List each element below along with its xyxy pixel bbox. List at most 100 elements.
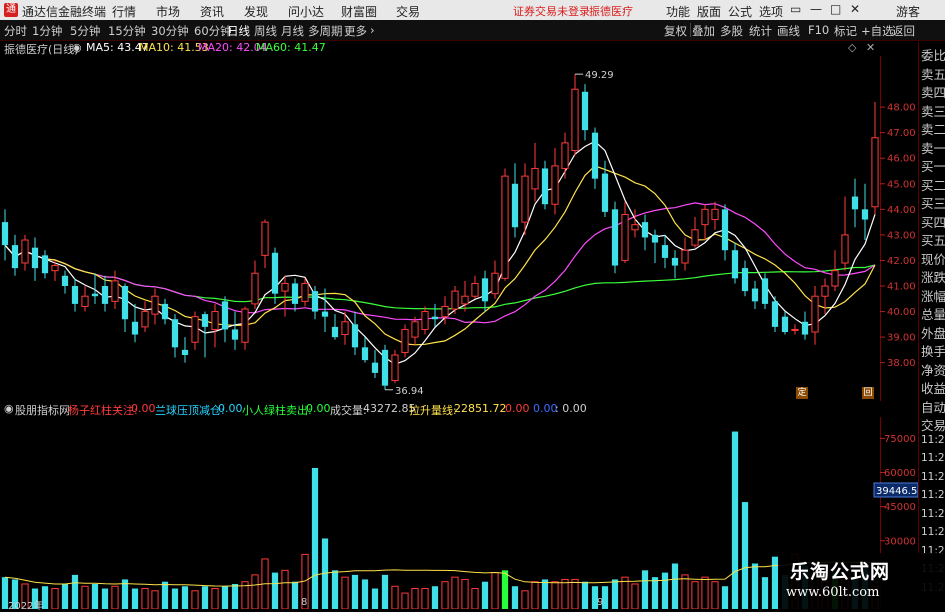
ind-item-5-value: 0.00: [505, 402, 530, 415]
btn-zixuan[interactable]: +自选: [861, 23, 894, 39]
sidebar-item[interactable]: 买一: [921, 156, 945, 175]
guest-user[interactable]: 游客: [896, 3, 920, 20]
period-monthly[interactable]: 月线: [281, 23, 304, 39]
more-chevron-icon[interactable]: ›: [370, 23, 375, 37]
candle-body-down: [121, 286, 129, 320]
period-more[interactable]: 更多: [344, 23, 367, 39]
sidebar-item[interactable]: 11:29: [921, 434, 945, 446]
candle-body-down: [481, 278, 489, 302]
sidebar-item[interactable]: 净资: [921, 360, 945, 379]
indicator-toggle-icon[interactable]: ◉: [4, 402, 14, 415]
sidebar-item[interactable]: 买二: [921, 175, 945, 194]
period-1min[interactable]: 1分钟: [32, 23, 62, 39]
candle-body-down: [171, 319, 179, 348]
sidebar-item[interactable]: 涨幅: [921, 286, 945, 305]
chart-close-icon[interactable]: ✕: [866, 41, 875, 54]
sidebar-item[interactable]: 现价: [921, 249, 945, 268]
minimize-icon[interactable]: ▭: [790, 2, 801, 16]
sidebar-item[interactable]: 涨跌: [921, 267, 945, 286]
candle-body-up: [51, 265, 59, 272]
ind-item-2-value: 0.00: [306, 402, 331, 415]
sidebar-item[interactable]: 11:29: [921, 471, 945, 483]
sidebar-item[interactable]: 委比: [921, 45, 945, 64]
candle-body-up: [561, 142, 569, 169]
candle-body-up: [211, 311, 219, 330]
candle-body-up: [531, 167, 539, 190]
candlestick-chart[interactable]: 49.29 36.94 48.00 47.00 46.00 45.00 44.00 43.…: [0, 56, 918, 401]
btn-huaxian[interactable]: 画线: [777, 23, 800, 39]
menu-wenxiaoda[interactable]: 问小达: [288, 3, 324, 20]
sidebar-item[interactable]: 11:29: [921, 489, 945, 501]
sidebar-item[interactable]: 买四: [921, 212, 945, 231]
btn-fuquan[interactable]: 复权: [664, 23, 687, 39]
sidebar-item[interactable]: 卖五: [921, 64, 945, 83]
price-tick-label: 47.00: [887, 128, 916, 139]
volume-bar-down: [181, 586, 189, 609]
menu-jiaoyi[interactable]: 交易: [396, 3, 420, 20]
btn-f10[interactable]: F10: [808, 23, 829, 37]
maximize-icon[interactable]: □: [830, 2, 841, 16]
restore-icon[interactable]: —: [810, 2, 822, 16]
period-15min[interactable]: 15分钟: [108, 23, 146, 39]
menu-shichang[interactable]: 市场: [156, 3, 180, 20]
title-bar: 通 通达信金融终端 行情 市场 资讯 发现 问小达 财富圈 交易 证券交易未登录…: [0, 0, 945, 20]
candle-body-down: [671, 257, 679, 266]
volume-bar-up: [411, 588, 419, 609]
date-sep: 9: [597, 597, 604, 608]
btn-biaoji[interactable]: 标记: [834, 23, 857, 39]
ding-marker[interactable]: 定: [796, 387, 808, 399]
sidebar-item[interactable]: 外盘: [921, 323, 945, 342]
sidebar-item[interactable]: 收益: [921, 378, 945, 397]
sidebar-item[interactable]: 自动: [921, 397, 945, 416]
sidebar-item[interactable]: 买五: [921, 230, 945, 249]
btn-diejia[interactable]: 叠加: [692, 23, 715, 39]
volume-bar-down: [371, 588, 379, 609]
volume-bar-down: [541, 579, 549, 609]
menu-faxian[interactable]: 发现: [244, 3, 268, 20]
sidebar-item[interactable]: 换手: [921, 341, 945, 360]
sidebar-item[interactable]: 卖四: [921, 82, 945, 101]
sidebar-item[interactable]: 卖二: [921, 119, 945, 138]
sidebar-item[interactable]: 交易: [921, 415, 945, 434]
volume-bar-up: [571, 578, 579, 609]
volume-bar-down: [311, 467, 319, 609]
btn-duogu[interactable]: 多股: [720, 23, 743, 39]
candle-body-down: [611, 209, 619, 266]
period-30min[interactable]: 30分钟: [151, 23, 189, 39]
sidebar-item[interactable]: 11:29: [921, 508, 945, 520]
stock-name-red[interactable]: 振德医疗: [589, 3, 633, 19]
menu-zixun[interactable]: 资讯: [200, 3, 224, 20]
menu-gongneng[interactable]: 功能: [666, 3, 690, 20]
sidebar-item[interactable]: 卖一: [921, 138, 945, 157]
period-60min[interactable]: 60分钟: [194, 23, 232, 39]
sidebar-item[interactable]: 11:29: [921, 526, 945, 538]
candle-body-up: [701, 208, 709, 226]
diamond-icon[interactable]: ◇: [848, 41, 856, 54]
volume-bar-down: [171, 588, 179, 609]
period-weekly[interactable]: 周线: [254, 23, 277, 39]
volume-bar-up: [681, 574, 689, 609]
sidebar-item[interactable]: 买三: [921, 193, 945, 212]
volume-bar-down: [721, 586, 729, 609]
sidebar-item[interactable]: 总量: [921, 304, 945, 323]
close-icon[interactable]: ✕: [850, 2, 860, 16]
trade-login-warning[interactable]: 证券交易未登录: [513, 3, 590, 19]
sidebar-item[interactable]: 11:29: [921, 452, 945, 464]
menu-xuanxiang[interactable]: 选项: [759, 3, 783, 20]
period-daily[interactable]: 日线: [227, 23, 250, 39]
menu-hangqing[interactable]: 行情: [112, 3, 136, 20]
volume-bar-down: [651, 577, 659, 609]
candle-body-up: [191, 316, 199, 343]
period-5min[interactable]: 5分钟: [70, 23, 100, 39]
menu-banmian[interactable]: 版面: [697, 3, 721, 20]
volume-bar-down: [731, 431, 739, 609]
menu-gongshi[interactable]: 公式: [728, 3, 752, 20]
period-fenshi[interactable]: 分时: [4, 23, 27, 39]
menu-caifuquan[interactable]: 财富圈: [341, 3, 377, 20]
period-multi[interactable]: 多周期: [308, 23, 343, 39]
btn-fanhui[interactable]: 返回: [892, 23, 915, 39]
sidebar-item[interactable]: 卖三: [921, 101, 945, 120]
btn-tongji[interactable]: 统计: [749, 23, 772, 39]
hui-marker[interactable]: 回: [862, 387, 874, 399]
settings-circle-icon[interactable]: ◉: [72, 41, 82, 54]
